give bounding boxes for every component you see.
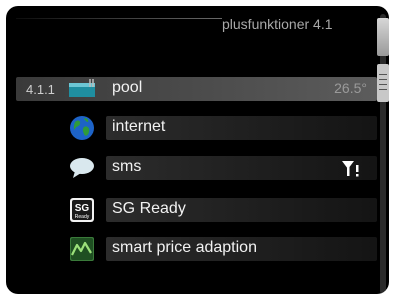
menu-item-number: 4.1.1 <box>26 82 55 97</box>
menu-item-label: smart price adaption <box>112 239 257 256</box>
scroll-thumb[interactable] <box>377 18 389 56</box>
scrollbar[interactable] <box>377 14 389 294</box>
globe-icon <box>68 115 96 141</box>
price-graph-icon <box>68 236 96 262</box>
sg-icon-text-bottom: Ready <box>75 214 90 220</box>
menu-item-label: sms <box>112 158 142 175</box>
row-background <box>106 156 377 180</box>
display-screen: plusfunktioner 4.1 4.1.1 pool 26.5° inte… <box>6 6 389 294</box>
scroll-track <box>380 14 386 294</box>
menu-item-internet[interactable]: internet <box>16 115 377 141</box>
menu-item-sms[interactable]: sms <box>16 155 377 181</box>
page-title: plusfunktioner 4.1 <box>222 16 333 32</box>
title-divider <box>16 18 222 19</box>
speech-bubble-icon <box>68 155 96 181</box>
menu-item-label: pool <box>112 79 143 96</box>
menu-item-sg-ready[interactable]: SG Ready SG Ready <box>16 197 377 223</box>
menu-item-smart-price-adaption[interactable]: smart price adaption <box>16 236 377 262</box>
menu-item-label: SG Ready <box>112 200 186 217</box>
signal-antenna-warning-icon <box>341 157 361 179</box>
sg-ready-icon: SG Ready <box>68 197 96 223</box>
menu-item-value: 26.5° <box>334 80 367 96</box>
menu-item-pool[interactable]: 4.1.1 pool 26.5° <box>16 76 377 102</box>
menu-item-label: internet <box>112 118 166 135</box>
scroll-grip-icon[interactable] <box>377 64 389 102</box>
sg-icon-text-top: SG <box>75 203 90 214</box>
pool-icon <box>68 76 96 102</box>
